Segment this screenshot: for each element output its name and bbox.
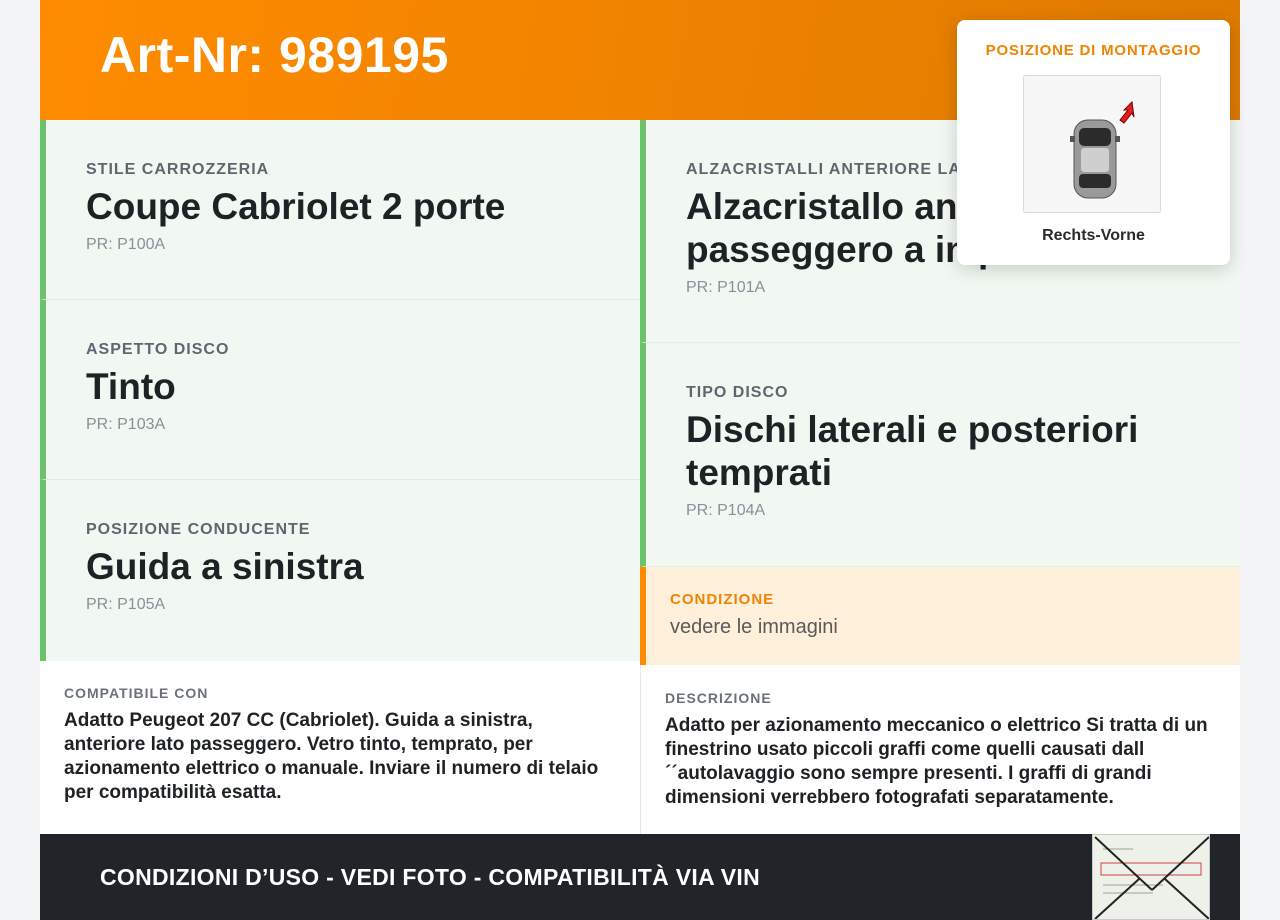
car-position-image[interactable]	[1023, 75, 1161, 213]
spec-pr-code: PR: P104A	[686, 502, 766, 519]
spec-value: Dischi laterali e posteriori temprati	[686, 409, 1139, 493]
spec-driver-position: POSIZIONE CONDUCENTE Guida a sinistra PR…	[40, 480, 640, 661]
spec-value: Coupe Cabriolet 2 porte	[86, 186, 506, 227]
description-label: DESCRIZIONE	[665, 690, 772, 706]
spec-body-style: STILE CARROZZERIA Coupe Cabriolet 2 port…	[40, 120, 640, 300]
specs-left-column: STILE CARROZZERIA Coupe Cabriolet 2 port…	[40, 120, 640, 661]
spec-pr-code: PR: P105A	[86, 596, 166, 613]
spec-glass-appearance: ASPETTO DISCO Tinto PR: P103A	[40, 300, 640, 480]
document-thumbnail-graphic	[1093, 835, 1209, 919]
footer-bar: CONDIZIONI D’USO - VEDI FOTO - COMPATIBI…	[40, 834, 1240, 920]
car-topview-icon	[1070, 100, 1135, 199]
spec-label: POSIZIONE CONDUCENTE	[86, 521, 311, 538]
compatible-label: COMPATIBILE CON	[64, 685, 209, 701]
spec-pr-code: PR: P103A	[86, 416, 166, 433]
condition-label: CONDIZIONE	[670, 591, 775, 608]
mount-position-popup: POSIZIONE DI MONTAGGIO Rechts-Vorne	[957, 20, 1230, 265]
footer-text: CONDIZIONI D’USO - VEDI FOTO - COMPATIBI…	[100, 864, 761, 890]
spec-glass-type: TIPO DISCO Dischi laterali e posteriori …	[640, 343, 1240, 567]
spec-label: STILE CARROZZERIA	[86, 161, 270, 178]
condition-value: vedere le immagini	[670, 616, 838, 638]
spec-value: Tinto	[86, 366, 176, 407]
description-box: DESCRIZIONE Adatto per azionamento mecca…	[640, 665, 1240, 834]
spec-pr-code: PR: P101A	[686, 279, 766, 296]
spec-pr-code: PR: P100A	[86, 236, 166, 253]
description-text: Adatto per azionamento meccanico o elett…	[665, 715, 1208, 808]
compatible-box: COMPATIBILE CON Adatto Peugeot 207 CC (C…	[40, 661, 640, 834]
mount-position-title: POSIZIONE DI MONTAGGIO	[985, 42, 1202, 59]
spec-value: Guida a sinistra	[86, 546, 364, 587]
document-thumbnail[interactable]	[1092, 834, 1210, 920]
spec-label: ASPETTO DISCO	[86, 341, 230, 358]
spec-label: TIPO DISCO	[686, 384, 789, 401]
mount-position-caption: Rechts-Vorne	[1042, 227, 1145, 244]
condition-box: CONDIZIONE vedere le immagini	[640, 567, 1240, 665]
article-number: Art-Nr: 989195	[100, 27, 449, 83]
compatible-text: Adatto Peugeot 207 CC (Cabriolet). Guida…	[64, 710, 599, 803]
